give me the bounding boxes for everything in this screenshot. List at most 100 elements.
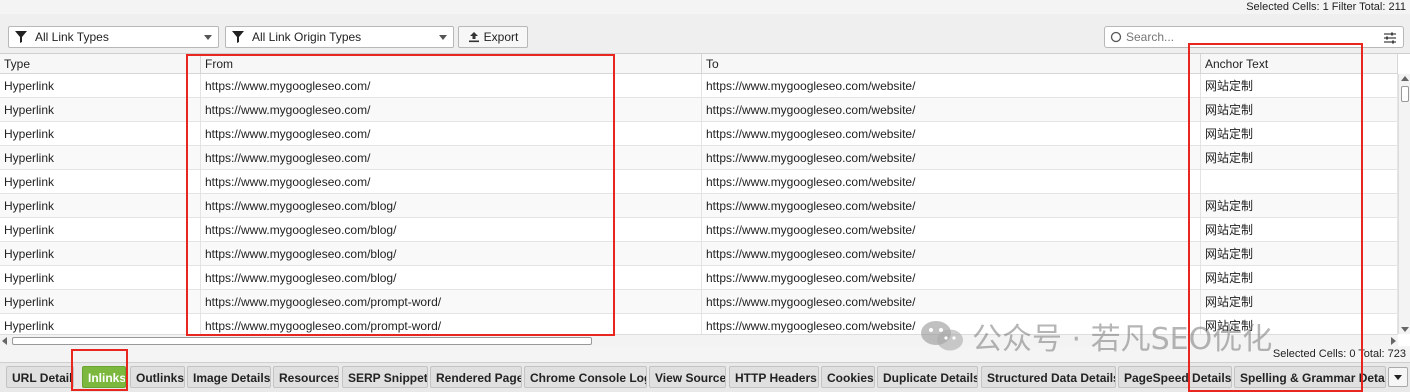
table-row[interactable]: Hyperlink https://www.mygoogleseo.com/bl…: [0, 194, 1398, 218]
cell-from: https://www.mygoogleseo.com/blog/: [201, 218, 702, 242]
cell-to: https://www.mygoogleseo.com/website/: [702, 314, 1201, 334]
cell-type: Hyperlink: [0, 314, 201, 334]
tab-inlinks[interactable]: Inlinks: [82, 366, 126, 388]
search-icon: [1110, 31, 1122, 43]
cell-anchor-text: 网站定制: [1201, 314, 1398, 334]
scroll-down-icon[interactable]: [1401, 327, 1409, 332]
cell-type: Hyperlink: [0, 290, 201, 314]
status-bottom: Selected Cells: 0 Total: 723: [0, 346, 1410, 362]
filter-icon: [15, 31, 27, 43]
vertical-scrollbar[interactable]: [1398, 74, 1410, 334]
cell-anchor-text: 网站定制: [1201, 290, 1398, 314]
tab-image-details[interactable]: Image Details: [187, 366, 271, 388]
cell-anchor-text: 网站定制: [1201, 242, 1398, 266]
column-header-anchor-text[interactable]: Anchor Text: [1201, 54, 1398, 74]
upload-icon: [468, 32, 479, 43]
table-row[interactable]: Hyperlink https://www.mygoogleseo.com/ h…: [0, 74, 1398, 98]
cell-to: https://www.mygoogleseo.com/website/: [702, 170, 1201, 194]
cell-from: https://www.mygoogleseo.com/blog/: [201, 242, 702, 266]
cell-type: Hyperlink: [0, 266, 201, 290]
cell-anchor-text: 网站定制: [1201, 266, 1398, 290]
chevron-down-icon: [1394, 375, 1402, 380]
toolbar: All Link Types All Link Origin Types Exp…: [0, 14, 1410, 54]
tab-outlinks[interactable]: Outlinks: [130, 366, 185, 388]
export-label: Export: [483, 30, 519, 44]
cell-from: https://www.mygoogleseo.com/: [201, 122, 702, 146]
cell-from: https://www.mygoogleseo.com/: [201, 170, 702, 194]
horizontal-scroll-thumb[interactable]: [12, 337, 592, 345]
cell-type: Hyperlink: [0, 242, 201, 266]
cell-from: https://www.mygoogleseo.com/: [201, 146, 702, 170]
settings-sliders-icon[interactable]: [1383, 31, 1397, 45]
tab-pagespeed-details[interactable]: PageSpeed Details: [1118, 366, 1232, 388]
cell-type: Hyperlink: [0, 170, 201, 194]
cell-anchor-text: 网站定制: [1201, 146, 1398, 170]
tab-serp-snippet[interactable]: SERP Snippet: [342, 366, 428, 388]
bottom-tab-bar: URL Details Inlinks Outlinks Image Detai…: [0, 362, 1410, 392]
table-row[interactable]: Hyperlink https://www.mygoogleseo.com/ h…: [0, 122, 1398, 146]
cell-to: https://www.mygoogleseo.com/website/: [702, 194, 1201, 218]
tab-spelling-grammar-details[interactable]: Spelling & Grammar Details: [1234, 366, 1386, 388]
column-header-to[interactable]: To: [702, 54, 1201, 74]
tab-http-headers[interactable]: HTTP Headers: [729, 366, 819, 388]
vertical-scroll-thumb[interactable]: [1401, 86, 1409, 102]
chevron-down-icon: [204, 35, 212, 40]
table-row[interactable]: Hyperlink https://www.mygoogleseo.com/pr…: [0, 290, 1398, 314]
scroll-right-icon[interactable]: [1391, 337, 1396, 345]
tab-rendered-page[interactable]: Rendered Page: [430, 366, 522, 388]
horizontal-scrollbar[interactable]: [0, 334, 1398, 346]
cell-to: https://www.mygoogleseo.com/website/: [702, 242, 1201, 266]
scroll-up-icon[interactable]: [1401, 76, 1409, 81]
cell-from: https://www.mygoogleseo.com/: [201, 98, 702, 122]
cell-from: https://www.mygoogleseo.com/blog/: [201, 194, 702, 218]
table-row[interactable]: Hyperlink https://www.mygoogleseo.com/ h…: [0, 170, 1398, 194]
filter-icon: [232, 31, 244, 43]
cell-from: https://www.mygoogleseo.com/: [201, 74, 702, 98]
tab-cookies[interactable]: Cookies: [821, 366, 875, 388]
tab-overflow-button[interactable]: [1388, 367, 1408, 387]
tab-chrome-console-log[interactable]: Chrome Console Log: [524, 366, 647, 388]
link-types-dropdown[interactable]: All Link Types: [8, 26, 219, 48]
tab-view-source[interactable]: View Source: [649, 366, 726, 388]
search-input[interactable]: [1126, 30, 1376, 44]
search-box[interactable]: [1104, 26, 1404, 48]
cell-type: Hyperlink: [0, 218, 201, 242]
cell-to: https://www.mygoogleseo.com/website/: [702, 146, 1201, 170]
tab-url-details[interactable]: URL Details: [6, 366, 74, 388]
table-row[interactable]: Hyperlink https://www.mygoogleseo.com/pr…: [0, 314, 1398, 334]
cell-type: Hyperlink: [0, 98, 201, 122]
cell-anchor-text: 网站定制: [1201, 218, 1398, 242]
table-row[interactable]: Hyperlink https://www.mygoogleseo.com/ h…: [0, 146, 1398, 170]
cell-type: Hyperlink: [0, 146, 201, 170]
cell-anchor-text: [1201, 170, 1398, 194]
table-row[interactable]: Hyperlink https://www.mygoogleseo.com/bl…: [0, 242, 1398, 266]
column-header-from[interactable]: From: [201, 54, 702, 74]
cell-to: https://www.mygoogleseo.com/website/: [702, 290, 1201, 314]
cell-type: Hyperlink: [0, 122, 201, 146]
cell-to: https://www.mygoogleseo.com/website/: [702, 266, 1201, 290]
status-top: Selected Cells: 1 Filter Total: 211: [0, 0, 1410, 14]
cell-type: Hyperlink: [0, 74, 201, 98]
table-row[interactable]: Hyperlink https://www.mygoogleseo.com/bl…: [0, 218, 1398, 242]
cell-anchor-text: 网站定制: [1201, 122, 1398, 146]
tab-structured-data-details[interactable]: Structured Data Details: [981, 366, 1116, 388]
table-row[interactable]: Hyperlink https://www.mygoogleseo.com/bl…: [0, 266, 1398, 290]
cell-from: https://www.mygoogleseo.com/prompt-word/: [201, 290, 702, 314]
cell-to: https://www.mygoogleseo.com/website/: [702, 218, 1201, 242]
tab-resources[interactable]: Resources: [273, 366, 339, 388]
scroll-left-icon[interactable]: [2, 337, 7, 345]
column-header-type[interactable]: Type: [0, 54, 201, 74]
export-button[interactable]: Export: [458, 26, 528, 48]
cell-anchor-text: 网站定制: [1201, 74, 1398, 98]
cell-anchor-text: 网站定制: [1201, 194, 1398, 218]
cell-type: Hyperlink: [0, 194, 201, 218]
link-types-label: All Link Types: [35, 30, 109, 44]
cell-from: https://www.mygoogleseo.com/blog/: [201, 266, 702, 290]
chevron-down-icon: [439, 35, 447, 40]
table-row[interactable]: Hyperlink https://www.mygoogleseo.com/ h…: [0, 98, 1398, 122]
cell-anchor-text: 网站定制: [1201, 98, 1398, 122]
tab-duplicate-details[interactable]: Duplicate Details: [877, 366, 978, 388]
origin-types-dropdown[interactable]: All Link Origin Types: [225, 26, 454, 48]
origin-types-label: All Link Origin Types: [252, 30, 362, 44]
cell-to: https://www.mygoogleseo.com/website/: [702, 98, 1201, 122]
